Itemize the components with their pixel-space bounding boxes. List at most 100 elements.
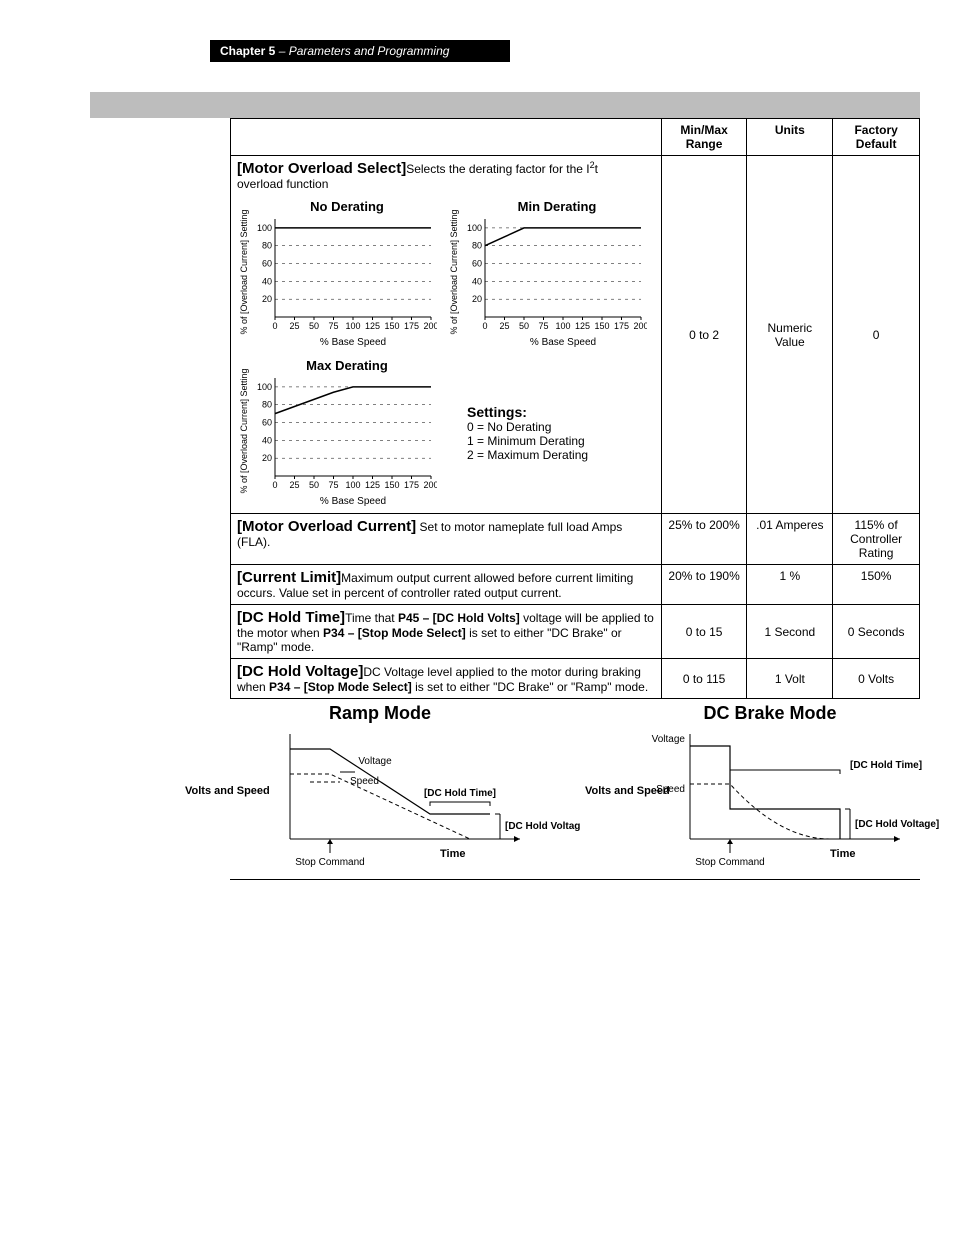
header-default: Factory Default — [833, 119, 920, 156]
row-dc-hold-voltage: [DC Hold Voltage]DC Voltage level applie… — [231, 659, 920, 699]
svg-text:50: 50 — [309, 321, 319, 331]
cell-overload-current-default: 115% of Controller Rating — [833, 514, 920, 565]
cell-dc-hold-time-range: 0 to 15 — [661, 605, 747, 659]
svg-text:75: 75 — [328, 480, 338, 490]
cell-dc-hold-voltage-default: 0 Volts — [833, 659, 920, 699]
svg-text:150: 150 — [384, 480, 399, 490]
svg-text:Voltage: Voltage — [358, 756, 392, 767]
brake-mode-diagram: Voltage[DC Hold Time][DC Hold Voltage]Sp… — [580, 724, 954, 874]
svg-text:40: 40 — [262, 276, 272, 286]
svg-text:175: 175 — [404, 321, 419, 331]
header-units: Units — [747, 119, 833, 156]
cell-overload-select-range: 0 to 2 — [661, 156, 747, 514]
chart-no-derating: No Derating20406080100025507510012515017… — [237, 197, 437, 350]
parameter-table: Min/Max Range Units Factory Default [Mot… — [230, 118, 920, 699]
param-name-overload-current: [Motor Overload Current] — [237, 518, 416, 535]
svg-text:0: 0 — [272, 480, 277, 490]
svg-text:Stop Command: Stop Command — [295, 857, 364, 868]
svg-text:% of [Overload Current] Settin: % of [Overload Current] Setting — [449, 209, 459, 334]
svg-text:Speed: Speed — [350, 776, 379, 787]
cell-dc-hold-time-desc: [DC Hold Time]Time that P45 – [DC Hold V… — [231, 605, 662, 659]
cell-overload-select-units: Numeric Value — [747, 156, 833, 514]
svg-text:Stop Command: Stop Command — [695, 857, 764, 868]
svg-text:25: 25 — [499, 321, 509, 331]
grey-separator-bar — [90, 92, 920, 118]
cell-dc-hold-time-default: 0 Seconds — [833, 605, 920, 659]
svg-text:Time: Time — [440, 848, 465, 860]
svg-text:0: 0 — [272, 321, 277, 331]
svg-text:Volts and Speed: Volts and Speed — [585, 785, 670, 797]
svg-text:150: 150 — [384, 321, 399, 331]
settings-title: Settings: — [467, 404, 527, 420]
svg-text:% Base Speed: % Base Speed — [320, 337, 386, 347]
svg-text:200: 200 — [423, 321, 437, 331]
svg-text:Min Derating: Min Derating — [518, 199, 597, 214]
svg-text:125: 125 — [365, 321, 380, 331]
svg-text:20: 20 — [262, 294, 272, 304]
svg-text:25: 25 — [289, 480, 299, 490]
svg-text:100: 100 — [257, 382, 272, 392]
chapter-bar: Chapter 5 – Parameters and Programming — [210, 40, 510, 62]
bottom-rule — [230, 879, 920, 880]
cell-current-limit-desc: [Current Limit]Maximum output current al… — [231, 565, 662, 605]
cell-current-limit-units: 1 % — [747, 565, 833, 605]
svg-text:80: 80 — [472, 241, 482, 251]
table-header-row: Min/Max Range Units Factory Default — [231, 119, 920, 156]
chart-svg-no-derating: No Derating20406080100025507510012515017… — [237, 197, 437, 347]
cell-current-limit-range: 20% to 190% — [661, 565, 747, 605]
settings-opt1: 1 = Minimum Derating — [467, 434, 585, 448]
svg-text:Max Derating: Max Derating — [306, 358, 388, 373]
svg-text:200: 200 — [423, 480, 437, 490]
svg-text:75: 75 — [328, 321, 338, 331]
cell-overload-current-range: 25% to 200% — [661, 514, 747, 565]
ramp-mode-block: Ramp Mode [DC Hold Time] [DC Hold Voltage… — [180, 703, 580, 877]
brake-mode-title: DC Brake Mode — [580, 703, 954, 724]
page-root: Chapter 5 – Parameters and Programming M… — [0, 0, 954, 926]
svg-text:150: 150 — [594, 321, 609, 331]
svg-text:20: 20 — [472, 294, 482, 304]
cell-dc-hold-time-units: 1 Second — [747, 605, 833, 659]
svg-text:50: 50 — [309, 480, 319, 490]
svg-text:100: 100 — [467, 223, 482, 233]
svg-text:[DC Hold Time]: [DC Hold Time] — [850, 760, 922, 771]
svg-text:175: 175 — [404, 480, 419, 490]
chart-max-derating: Max Derating2040608010002550751001251501… — [237, 356, 437, 509]
svg-text:[DC Hold Voltage]: [DC Hold Voltage] — [505, 821, 580, 832]
cell-dc-hold-voltage-units: 1 Volt — [747, 659, 833, 699]
svg-text:100: 100 — [257, 223, 272, 233]
svg-text:60: 60 — [262, 259, 272, 269]
chapter-number: Chapter 5 — [220, 44, 275, 58]
cell-dc-hold-voltage-desc: [DC Hold Voltage]DC Voltage level applie… — [231, 659, 662, 699]
svg-text:125: 125 — [575, 321, 590, 331]
dc-hold-time-p34: P34 – [Stop Mode Select] — [323, 626, 466, 640]
cell-overload-select-desc: [Motor Overload Select]Selects the derat… — [231, 156, 662, 514]
svg-text:60: 60 — [262, 418, 272, 428]
dc-hold-voltage-post: is set to either "DC Brake" or "Ramp" mo… — [412, 680, 648, 694]
svg-text:20: 20 — [262, 453, 272, 463]
param-name-current-limit: [Current Limit] — [237, 569, 341, 586]
svg-text:Time: Time — [830, 848, 855, 860]
charts-row-1: No Derating20406080100025507510012515017… — [237, 197, 655, 350]
svg-text:% Base Speed: % Base Speed — [530, 337, 596, 347]
ramp-mode-diagram: [DC Hold Time] [DC Hold Voltage] Volts and… — [180, 724, 580, 874]
svg-text:25: 25 — [289, 321, 299, 331]
param-name-dc-hold-time: [DC Hold Time] — [237, 609, 345, 626]
svg-text:[DC Hold Time]: [DC Hold Time] — [424, 788, 496, 799]
param-name-overload-select: [Motor Overload Select] — [237, 160, 406, 177]
cell-dc-hold-voltage-range: 0 to 115 — [661, 659, 747, 699]
charts-row-2: Max Derating2040608010002550751001251501… — [237, 356, 655, 509]
overload-select-desc1: Selects the derating factor for the I — [406, 162, 589, 176]
svg-text:% of [Overload Current] Settin: % of [Overload Current] Setting — [239, 368, 249, 493]
overload-select-tail: t — [595, 162, 598, 176]
svg-text:Volts and Speed: Volts and Speed — [185, 785, 270, 797]
svg-text:75: 75 — [538, 321, 548, 331]
svg-text:100: 100 — [555, 321, 570, 331]
header-minmax: Min/Max Range — [661, 119, 747, 156]
ramp-mode-title: Ramp Mode — [180, 703, 580, 724]
svg-text:50: 50 — [519, 321, 529, 331]
bottom-diagrams-row: Ramp Mode [DC Hold Time] [DC Hold Voltage… — [180, 703, 930, 877]
svg-text:175: 175 — [614, 321, 629, 331]
svg-text:100: 100 — [345, 480, 360, 490]
cell-current-limit-default: 150% — [833, 565, 920, 605]
svg-text:60: 60 — [472, 259, 482, 269]
